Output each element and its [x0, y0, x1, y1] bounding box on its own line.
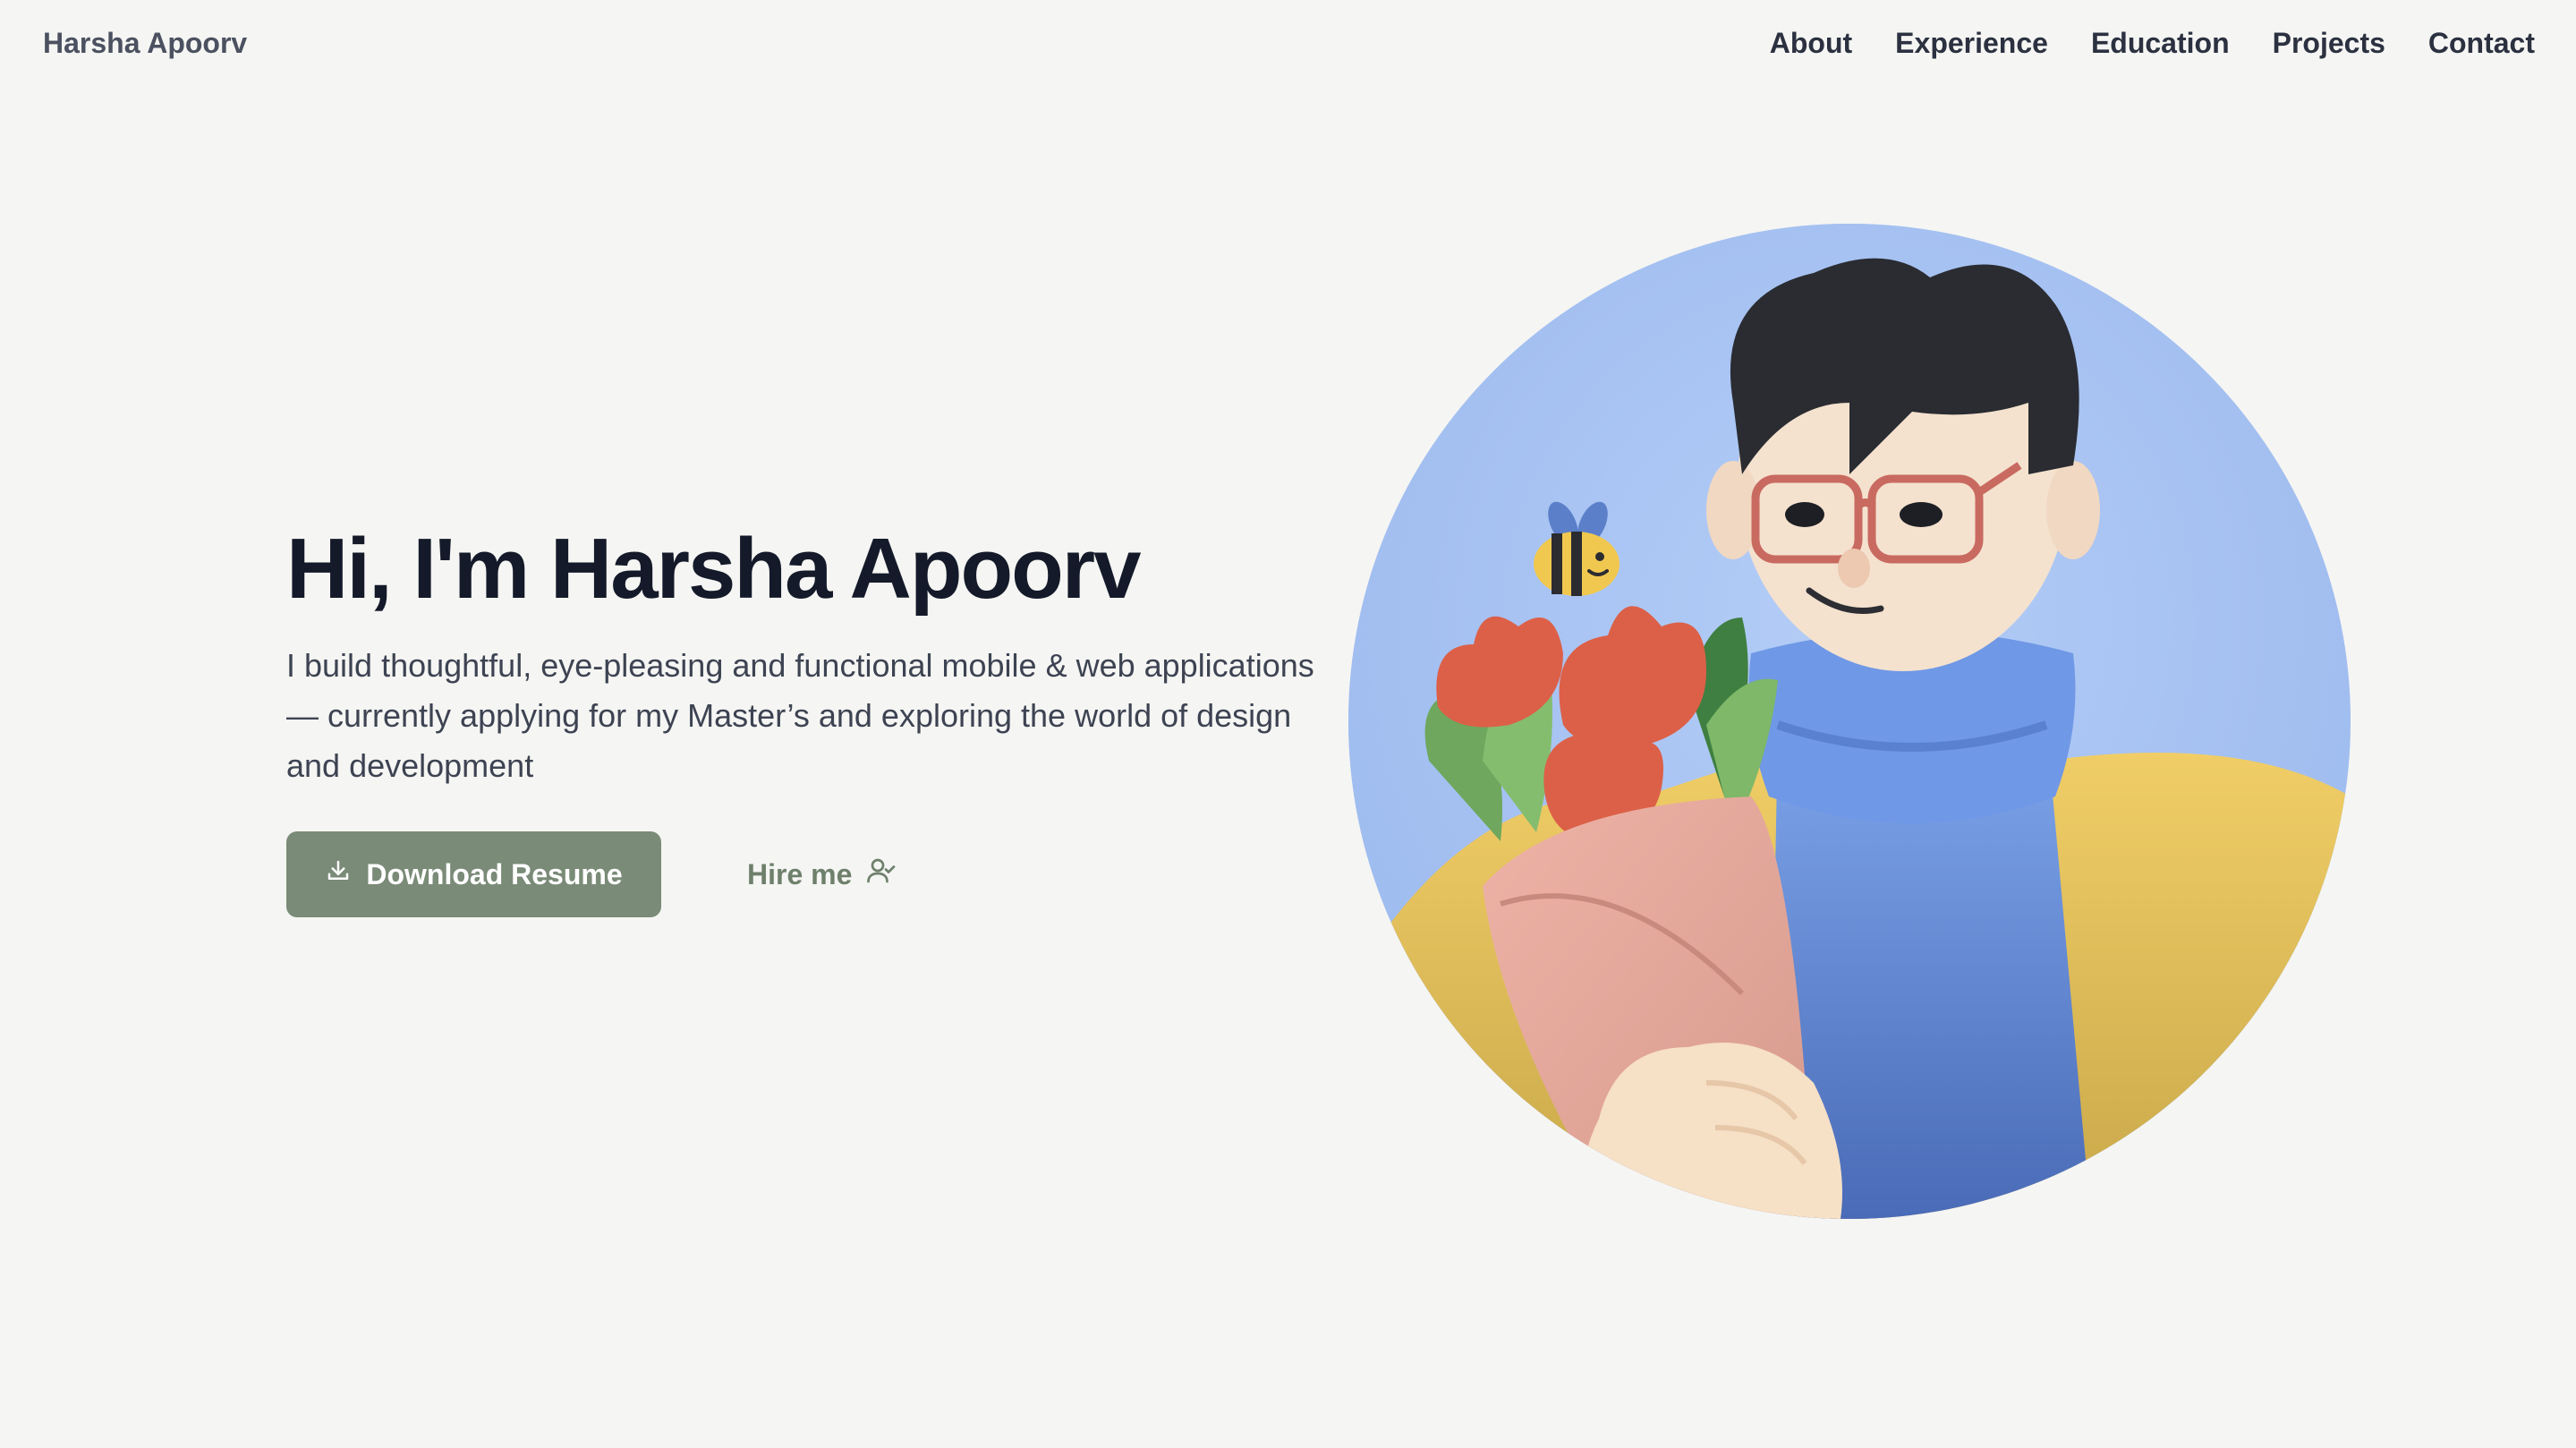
top-nav: Harsha Apoorv About Experience Education… — [0, 0, 2576, 89]
nav-education[interactable]: Education — [2091, 27, 2230, 60]
nav-experience[interactable]: Experience — [1895, 27, 2048, 60]
hero-description: I build thoughtful, eye-pleasing and fun… — [286, 647, 1314, 784]
brand-link[interactable]: Harsha Apoorv — [43, 27, 247, 60]
hire-me-label: Hire me — [747, 857, 853, 890]
nav-contact[interactable]: Contact — [2428, 27, 2535, 60]
nav-about[interactable]: About — [1770, 27, 1852, 60]
hero-title: Hi, I'm Harsha Apoorv — [286, 521, 1141, 617]
download-resume-label: Download Resume — [366, 857, 623, 890]
download-resume-button[interactable]: Download Resume — [286, 831, 661, 917]
nav-links: About Experience Education Projects Cont… — [1770, 27, 2535, 60]
hero-text: Hi, I'm Harsha Apoorv I build thoughtful… — [286, 519, 1315, 791]
page: Harsha Apoorv About Experience Education… — [0, 0, 2576, 1448]
hero-actions: Download Resume Hire me — [286, 831, 897, 917]
download-icon — [325, 857, 352, 891]
nav-projects[interactable]: Projects — [2273, 27, 2385, 60]
user-check-icon — [864, 855, 897, 894]
profile-avatar — [1348, 224, 2351, 1219]
hire-me-button[interactable]: Hire me — [747, 855, 897, 894]
